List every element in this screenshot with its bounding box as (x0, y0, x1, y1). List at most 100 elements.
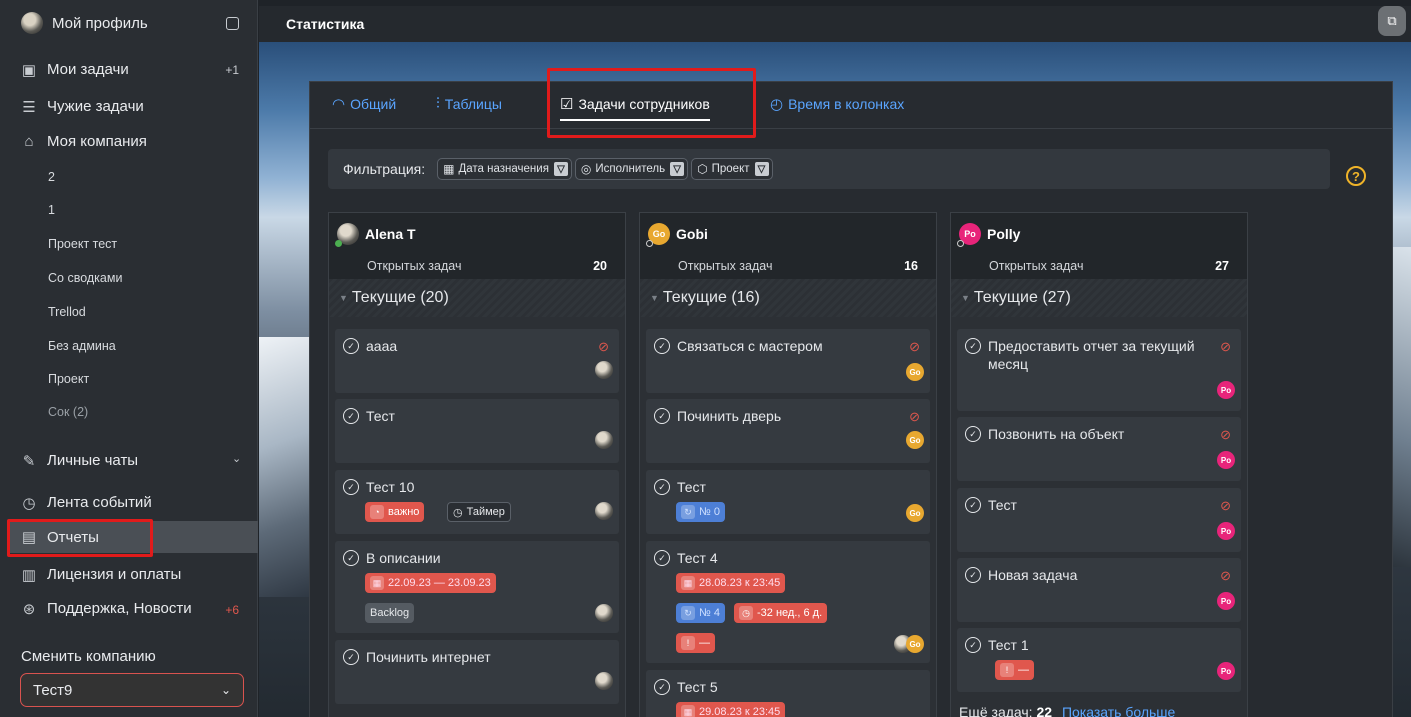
filter-icon: ▽ (670, 162, 685, 176)
avatar: Go (906, 504, 924, 522)
column-header: Po Polly Открытых задач 27 (951, 213, 1247, 279)
avatar (335, 223, 359, 247)
sidebar-item-support[interactable]: ⊛ Поддержка, Новости (21, 600, 257, 618)
section-header[interactable]: ▼ Текущие (27) (951, 279, 1247, 317)
alert-icon: ! (681, 636, 695, 650)
task-card[interactable]: ✓ Тест 10 ◔ важно ◷ Таймер (335, 470, 619, 534)
section-header[interactable]: ▼ Текущие (20) (329, 279, 625, 317)
task-card[interactable]: ✓ Позвонить на объект ⊘ Po (957, 417, 1241, 481)
check-circle-icon[interactable]: ✓ (654, 679, 670, 695)
task-card[interactable]: ✓ Починить дверь ⊘ Go (646, 399, 930, 463)
date-tag[interactable]: ▦ 22.09.23 — 23.09.23 (365, 573, 496, 593)
date-tag[interactable]: ▦ 29.08.23 к 23:45 (676, 702, 786, 717)
task-title: ✓ В описании (343, 549, 441, 567)
avatar: Go (646, 223, 670, 247)
avatar (595, 672, 613, 690)
sidebar-item-reports[interactable]: ▤ Отчеты (8, 521, 258, 553)
timer-icon: ◷ (453, 506, 463, 519)
sidebar-item-my-company[interactable]: ⌂ Моя компания (21, 133, 257, 150)
check-circle-icon[interactable]: ✓ (965, 338, 981, 354)
collapse-icon: ▼ (650, 293, 659, 303)
task-card[interactable]: ✓ Тест (335, 399, 619, 463)
help-icon[interactable]: ? (1346, 166, 1366, 186)
sidebar-project-item[interactable]: 1 (0, 203, 257, 217)
sidebar-item-license[interactable]: ▥ Лицензия и оплаты (21, 566, 257, 584)
task-card[interactable]: ✓ Тест ↻ № 0 Go (646, 470, 930, 534)
task-title: ✓ Починить дверь (654, 407, 781, 425)
task-card[interactable]: ✓ Починить интернет (335, 640, 619, 704)
sidebar-project-item[interactable]: Trellod (0, 305, 257, 319)
sidebar-project-item[interactable]: Проект тест (0, 237, 257, 251)
collapse-sidebar-icon[interactable] (226, 17, 239, 30)
sidebar-project-item[interactable]: 2 (0, 170, 257, 184)
task-title: ✓ Тест 5 (654, 678, 718, 696)
sidebar-item-others-tasks[interactable]: ☰ Чужие задачи (21, 98, 257, 116)
filter-executor[interactable]: ◎ Исполнитель ▽ (574, 158, 689, 180)
task-card[interactable]: ✓ Новая задача ⊘ Po (957, 558, 1241, 622)
task-title-label: В описании (366, 550, 441, 566)
section-header[interactable]: ▼ Текущие (16) (640, 279, 936, 317)
avatar-initials: Po (1220, 526, 1232, 536)
check-circle-icon[interactable]: ✓ (654, 550, 670, 566)
task-card[interactable]: ✓ Тест ⊘ Po (957, 488, 1241, 552)
tab-time-in-columns[interactable]: ◴ Время в колонках (770, 95, 904, 113)
check-circle-icon[interactable]: ✓ (343, 550, 359, 566)
sidebar-item-my-tasks[interactable]: ▣ Мои задачи (21, 61, 257, 79)
task-title-label: Починить интернет (366, 649, 491, 665)
filter-project[interactable]: ⬡ Проект ▽ (691, 158, 773, 180)
avatar: Po (1217, 451, 1235, 469)
online-status-icon (335, 240, 342, 247)
filter-assign-date[interactable]: ▦ Дата назначения ▽ (437, 158, 572, 180)
sidebar-item-personal-chats[interactable]: ✎ Личные чаты (21, 452, 257, 470)
priority-tag[interactable]: ◔ важно (365, 502, 425, 522)
window-toggle-button[interactable]: ⧉ (1378, 6, 1406, 36)
check-circle-icon[interactable]: ✓ (343, 479, 359, 495)
check-circle-icon[interactable]: ✓ (343, 338, 359, 354)
check-circle-icon[interactable]: ✓ (965, 497, 981, 513)
check-circle-icon[interactable]: ✓ (965, 637, 981, 653)
company-select[interactable]: Тест9 ⌄ (20, 673, 244, 707)
avatar: Go (906, 635, 924, 653)
show-more-link[interactable]: Показать больше (1062, 704, 1175, 717)
check-circle-icon[interactable]: ✓ (965, 426, 981, 442)
alert-tag[interactable]: ! — (995, 660, 1034, 680)
task-card[interactable]: ✓ Тест 5 ▦ 29.08.23 к 23:45 (646, 670, 930, 717)
overdue-tag[interactable]: ◷ -32 нед., 6 д. (734, 603, 828, 623)
task-card[interactable]: ✓ аааа ⊘ (335, 329, 619, 393)
column-tag[interactable]: Backlog (365, 603, 415, 623)
sidebar-project-item[interactable]: Проект (0, 372, 257, 386)
open-tasks-row: Открытых задач 20 (367, 259, 607, 273)
alert-tag[interactable]: ! — (676, 633, 715, 653)
project-label: Сок (2) (48, 405, 89, 419)
number-tag[interactable]: ↻ № 0 (676, 502, 725, 522)
task-card[interactable]: ✓ Тест 1 ! — Po (957, 628, 1241, 692)
task-card[interactable]: ✓ Тест 4 ▦ 28.08.23 к 23:45 ↻ № 4 ◷ -32 нед.… (646, 541, 930, 663)
check-circle-icon[interactable]: ✓ (343, 649, 359, 665)
tab-employee-tasks[interactable]: ☑ Задачи сотрудников (560, 95, 710, 121)
number-tag[interactable]: ↻ № 4 (676, 603, 725, 623)
tab-general[interactable]: ◠ Общий (332, 95, 396, 113)
check-circle-icon[interactable]: ✓ (654, 479, 670, 495)
task-card[interactable]: ✓ Предоставить отчет за текущий месяц ⊘ P… (957, 329, 1241, 411)
avatar: Go (906, 363, 924, 381)
sidebar-project-item[interactable]: Со сводками (0, 271, 257, 285)
avatar-initials: Po (1220, 455, 1232, 465)
sidebar-item-events-feed[interactable]: ◷ Лента событий (21, 494, 257, 512)
history-icon: ◷ (739, 606, 753, 620)
task-card[interactable]: ✓ Связаться с мастером ⊘ Go (646, 329, 930, 393)
project-label: 1 (48, 203, 55, 217)
sidebar-project-item[interactable]: Без админа (0, 339, 257, 353)
date-tag[interactable]: ▦ 28.08.23 к 23:45 (676, 573, 786, 593)
check-circle-icon[interactable]: ✓ (965, 567, 981, 583)
check-circle-icon[interactable]: ✓ (654, 338, 670, 354)
timer-tag[interactable]: ◷ Таймер (447, 502, 511, 522)
chevron-down-icon[interactable]: ⌄ (232, 452, 241, 465)
section-label: Текущие (27) (973, 289, 1071, 306)
task-card[interactable]: ✓ В описании ▦ 22.09.23 — 23.09.23 Backlog (335, 541, 619, 633)
sidebar-profile[interactable]: Мой профиль (21, 12, 257, 34)
tab-tables[interactable]: ⫶ Таблицы (436, 95, 502, 112)
task-title-label: Новая задача (988, 567, 1078, 583)
sidebar-project-item[interactable]: Сок (2) (0, 405, 257, 419)
check-circle-icon[interactable]: ✓ (343, 408, 359, 424)
check-circle-icon[interactable]: ✓ (654, 408, 670, 424)
